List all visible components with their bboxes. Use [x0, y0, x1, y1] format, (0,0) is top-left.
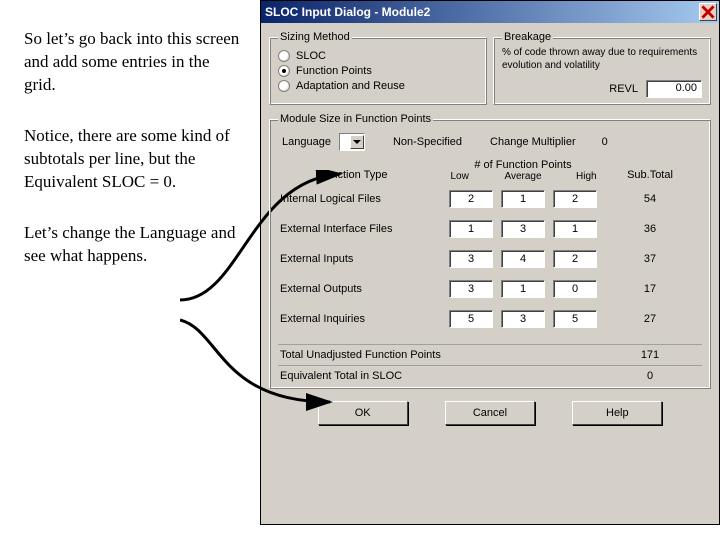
radio-icon [278, 80, 290, 92]
module-size-legend: Module Size in Function Points [278, 113, 433, 125]
row-label: External Outputs [278, 283, 428, 295]
annotation-p3: Let’s change the Language and see what h… [24, 222, 242, 268]
cell-avg[interactable] [501, 250, 545, 268]
annotation-p1: So let’s go back into this screen and ad… [24, 28, 242, 97]
row-subtotal: 54 [618, 193, 682, 205]
equiv-sloc-label: Equivalent Total in SLOC [278, 370, 618, 382]
total-unadj-label: Total Unadjusted Function Points [278, 349, 618, 361]
table-row: Internal Logical Files 54 [278, 184, 702, 214]
row-subtotal: 17 [618, 283, 682, 295]
cell-high[interactable] [553, 220, 597, 238]
ok-button[interactable]: OK [318, 401, 408, 425]
revl-input[interactable]: 0.00 [646, 80, 702, 98]
equiv-sloc-value: 0 [618, 370, 682, 382]
cell-high[interactable] [553, 310, 597, 328]
language-label: Language [282, 136, 331, 148]
titlebar[interactable]: SLOC Input Dialog - Module2 [261, 1, 719, 23]
row-label: External Inquiries [278, 313, 428, 325]
cell-low[interactable] [449, 280, 493, 298]
cell-low[interactable] [449, 190, 493, 208]
module-size-group: Module Size in Function Points Language … [269, 113, 711, 389]
radio-icon [278, 65, 290, 77]
radio-icon [278, 50, 290, 62]
close-button[interactable] [699, 3, 717, 21]
breakage-group: Breakage % of code thrown away due to re… [493, 31, 711, 105]
cell-low[interactable] [449, 310, 493, 328]
col-avg: Average [491, 171, 554, 182]
change-multiplier-label: Change Multiplier [490, 136, 576, 148]
cell-low[interactable] [449, 250, 493, 268]
breakage-desc: % of code thrown away due to requirement… [502, 47, 702, 72]
table-row: External Inputs 37 [278, 244, 702, 274]
row-label: Internal Logical Files [278, 193, 428, 205]
cell-avg[interactable] [501, 310, 545, 328]
change-multiplier-value: 0 [602, 136, 608, 148]
language-combo[interactable] [339, 133, 365, 151]
help-button[interactable]: Help [572, 401, 662, 425]
sizing-method-group: Sizing Method SLOC Function Points Adapt… [269, 31, 487, 105]
chevron-down-icon [350, 135, 364, 149]
revl-label: REVL [609, 83, 638, 95]
row-subtotal: 36 [618, 223, 682, 235]
table-row: External Inquiries 27 [278, 304, 702, 334]
annotation-panel: So let’s go back into this screen and ad… [0, 0, 260, 540]
radio-label: Adaptation and Reuse [296, 80, 405, 92]
cell-avg[interactable] [501, 280, 545, 298]
sizing-method-legend: Sizing Method [278, 31, 352, 43]
total-unadj-value: 171 [618, 349, 682, 361]
close-icon [701, 5, 715, 19]
col-function-type: Function Type [278, 159, 428, 182]
table-row: External Interface Files 36 [278, 214, 702, 244]
cell-high[interactable] [553, 250, 597, 268]
cell-avg[interactable] [501, 220, 545, 238]
radio-label: Function Points [296, 65, 372, 77]
language-value: Non-Specified [393, 136, 462, 148]
row-label: External Interface Files [278, 223, 428, 235]
table-row: External Outputs 17 [278, 274, 702, 304]
annotation-p2: Notice, there are some kind of subtotals… [24, 125, 242, 194]
radio-sloc[interactable]: SLOC [278, 50, 478, 62]
cell-high[interactable] [553, 280, 597, 298]
dialog-window: SLOC Input Dialog - Module2 Sizing Metho… [260, 0, 720, 525]
row-label: External Inputs [278, 253, 428, 265]
col-num-points: # of Function Points [428, 159, 618, 171]
row-subtotal: 27 [618, 313, 682, 325]
cell-high[interactable] [553, 190, 597, 208]
radio-function-points[interactable]: Function Points [278, 65, 478, 77]
cancel-button[interactable]: Cancel [445, 401, 535, 425]
col-subtotal: Sub.Total [618, 159, 682, 182]
col-high: High [555, 171, 618, 182]
window-title: SLOC Input Dialog - Module2 [265, 5, 430, 19]
breakage-legend: Breakage [502, 31, 553, 43]
radio-label: SLOC [296, 50, 326, 62]
col-low: Low [428, 171, 491, 182]
cell-avg[interactable] [501, 190, 545, 208]
cell-low[interactable] [449, 220, 493, 238]
row-subtotal: 37 [618, 253, 682, 265]
radio-adaptation-reuse[interactable]: Adaptation and Reuse [278, 80, 478, 92]
